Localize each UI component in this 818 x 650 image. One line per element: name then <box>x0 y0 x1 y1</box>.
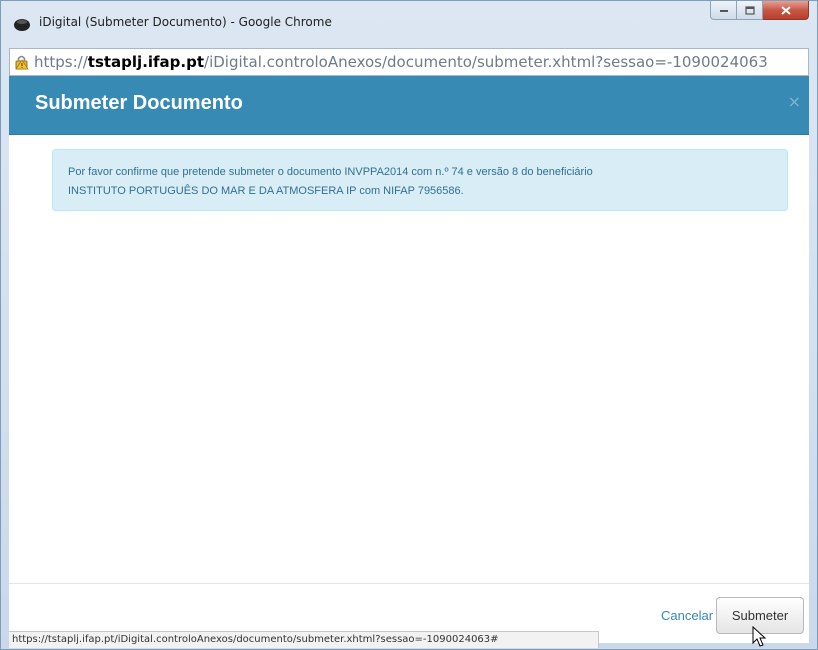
url-host: tstaplj.ifap.pt <box>87 53 205 71</box>
close-window-button[interactable] <box>763 1 809 20</box>
window-controls <box>710 1 809 21</box>
url-scheme: https:// <box>34 53 88 71</box>
minimize-button[interactable] <box>710 1 737 20</box>
page-viewport: Submeter Documento × Por favor confirme … <box>9 76 809 643</box>
url-path: /iDigital.controloAnexos/documento/subme… <box>204 53 768 71</box>
modal-close-button[interactable]: × <box>788 94 801 110</box>
chrome-globe-icon <box>14 19 30 31</box>
browser-window: iDigital (Submeter Documento) - Google C… <box>0 0 818 650</box>
maximize-button[interactable] <box>737 1 763 20</box>
cancel-button[interactable]: Cancelar <box>661 608 713 623</box>
close-icon <box>780 5 791 15</box>
alert-message-line-1: Por favor confirme que pretende submeter… <box>68 166 593 178</box>
modal-title: Submeter Documento <box>35 92 243 114</box>
minimize-icon <box>719 10 728 12</box>
modal-header: Submeter Documento × <box>9 76 809 135</box>
window-title: iDigital (Submeter Documento) - Google C… <box>39 15 332 29</box>
alert-message-line-2: INSTITUTO PORTUGUÊS DO MAR E DA ATMOSFER… <box>68 185 464 197</box>
maximize-icon <box>744 5 755 15</box>
status-bar: https://tstaplj.ifap.pt/iDigital.control… <box>9 631 599 648</box>
title-bar: iDigital (Submeter Documento) - Google C… <box>1 1 817 47</box>
warning-lock-icon <box>15 55 29 70</box>
mouse-pointer-icon <box>752 626 767 647</box>
url-text[interactable]: https://tstaplj.ifap.pt/iDigital.control… <box>34 53 768 71</box>
address-bar[interactable]: https://tstaplj.ifap.pt/iDigital.control… <box>9 48 809 76</box>
confirmation-alert: Por favor confirme que pretende submeter… <box>52 149 788 211</box>
